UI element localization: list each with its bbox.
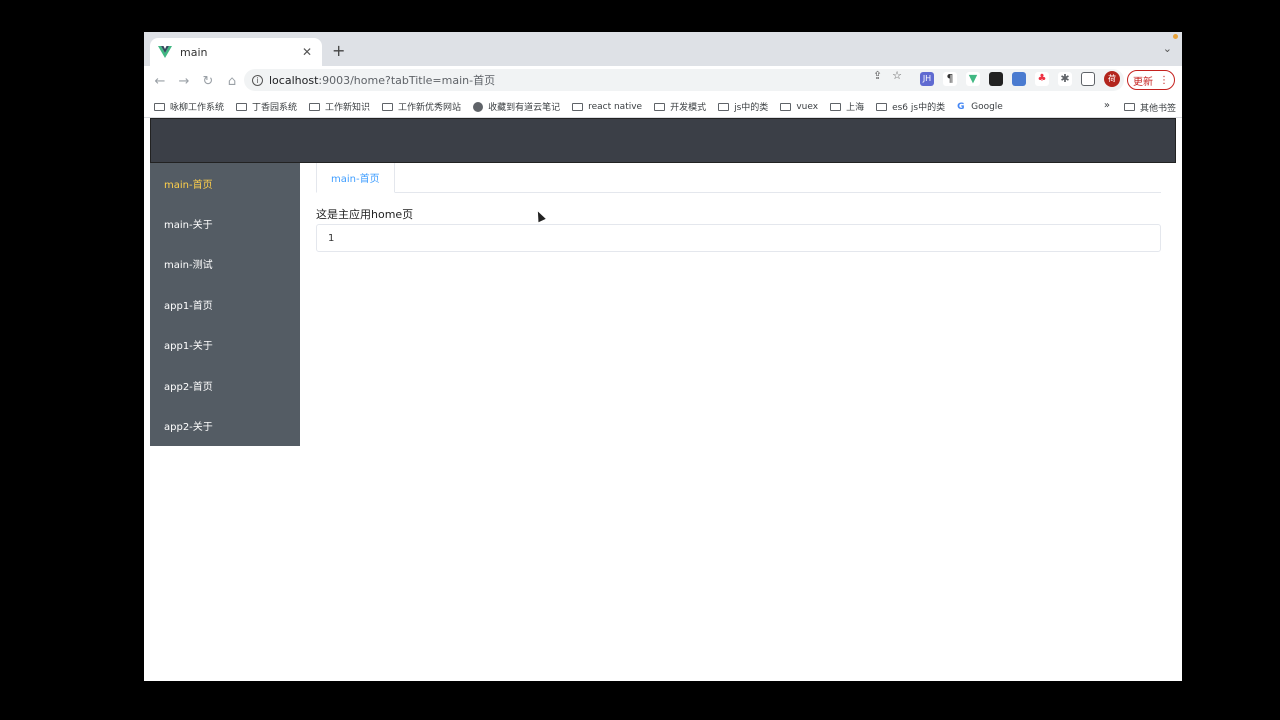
content-box: 1 (316, 224, 1161, 252)
bookmark-item[interactable]: 工作新知识 (309, 100, 370, 113)
bookmarks-overflow-button[interactable]: » (1104, 100, 1110, 111)
folder-icon (572, 102, 584, 111)
vue-devtools-icon[interactable]: ▼ (966, 72, 980, 86)
app-header (150, 118, 1176, 163)
bookmark-item[interactable]: js中的类 (718, 100, 768, 113)
bookmark-label: 丁香园系统 (252, 103, 298, 113)
tab-search-chevron-icon[interactable]: ⌄ (1163, 42, 1172, 55)
bookmark-label: Google (971, 101, 1003, 112)
bookmark-label: js中的类 (734, 103, 769, 113)
bookmark-label: 工作新知识 (325, 103, 371, 113)
page-viewport: main-首页 main-关于 main-测试 app1-首页 app1-关于 … (144, 118, 1182, 681)
forward-icon[interactable]: → (172, 74, 196, 89)
folder-icon (718, 102, 730, 111)
bookmark-item[interactable]: vuex (780, 102, 818, 112)
other-bookmarks-label: 其他书签 (1139, 103, 1176, 114)
folder-icon (154, 102, 165, 111)
browser-window: main ✕ + ⌄ ← → ↻ ⌂ i localhost:9003/home… (144, 32, 1182, 681)
back-icon[interactable]: ← (148, 74, 172, 89)
site-info-icon[interactable]: i (252, 74, 263, 86)
puzzle-extensions-icon[interactable]: ✱ (1058, 72, 1072, 86)
sidebar-item-app2-home[interactable]: app2-首页 (150, 365, 300, 405)
bookmark-label: 收藏到有道云笔记 (488, 103, 561, 113)
google-icon: G (957, 101, 965, 112)
more-menu-icon: ⋮ (1159, 74, 1169, 86)
bookmark-item[interactable]: es6 js中的类 (876, 100, 945, 113)
jh-extension-icon[interactable]: JH (920, 72, 934, 86)
bookmark-item[interactable]: 丁香园系统 (236, 100, 297, 113)
bookmarks-bar: 咏柳工作系统 丁香园系统 工作新知识 工作新优秀网站 收藏到有道云笔记 react nat… (144, 96, 1182, 118)
blue-extension-icon[interactable] (1012, 72, 1026, 86)
bookmark-label: 开发模式 (670, 103, 707, 113)
page-tabs: main-首页 (316, 163, 1161, 193)
bookmark-label: vuex (796, 101, 819, 112)
browser-toolbar: ← → ↻ ⌂ i localhost:9003/home?tabTitle=m… (144, 66, 1182, 96)
url-text: localhost:9003/home?tabTitle=main-首页 (269, 72, 495, 88)
extensions-row: JH ¶ ▼ ♣ ✱ 荷 (920, 71, 1120, 87)
bookmark-star-icon[interactable]: ☆ (892, 69, 902, 82)
sidebar-item-main-home[interactable]: main-首页 (150, 163, 300, 203)
sidebar-item-app2-about[interactable]: app2-关于 (150, 405, 300, 445)
bookmark-item[interactable]: react native (572, 102, 642, 112)
side-panel-icon[interactable] (1081, 72, 1095, 86)
update-button-label: 更新 (1133, 76, 1153, 88)
page-heading: 这是主应用home页 (316, 208, 414, 221)
tab-main-home[interactable]: main-首页 (316, 163, 395, 193)
folder-icon (654, 102, 666, 111)
url-path: :9003/home?tabTitle=main-首页 (318, 74, 496, 87)
profile-avatar[interactable]: 荷 (1104, 71, 1120, 87)
sidebar-menu: main-首页 main-关于 main-测试 app1-首页 app1-关于 … (150, 163, 300, 446)
vue-logo-icon (158, 46, 172, 58)
notification-dot-icon (1173, 34, 1178, 39)
sidebar-item-main-test[interactable]: main-测试 (150, 244, 300, 284)
folder-icon (309, 102, 321, 111)
browser-tab-title: main (180, 45, 208, 59)
folder-icon (236, 102, 248, 111)
tab-strip: main ✕ + ⌄ (144, 32, 1182, 66)
content-box-value: 1 (328, 232, 335, 244)
bookmark-item[interactable]: 收藏到有道云笔记 (473, 100, 560, 113)
dark-extension-icon[interactable] (989, 72, 1003, 86)
bookmark-item[interactable]: G Google (957, 102, 1003, 112)
omnibox-actions: ⇪ ☆ (873, 69, 902, 82)
bookmark-item[interactable]: 咏柳工作系统 (154, 100, 224, 113)
folder-icon (876, 102, 888, 111)
home-icon[interactable]: ⌂ (220, 74, 244, 89)
sidebar-item-main-about[interactable]: main-关于 (150, 203, 300, 243)
bookmark-label: 咏柳工作系统 (170, 103, 225, 113)
red-extension-icon[interactable]: ♣ (1035, 72, 1049, 86)
share-icon[interactable]: ⇪ (873, 69, 882, 82)
main-content: main-首页 这是主应用home页 1 (316, 163, 1161, 252)
browser-tab[interactable]: main ✕ (150, 38, 322, 66)
new-tab-icon[interactable]: + (332, 41, 345, 60)
bookmark-item[interactable]: 上海 (830, 100, 864, 113)
folder-icon (382, 102, 394, 111)
update-button[interactable]: 更新 ⋮ (1127, 70, 1175, 90)
bookmark-label: 上海 (846, 103, 865, 113)
folder-icon (780, 102, 792, 111)
folder-icon (1123, 103, 1135, 111)
bookmark-item[interactable]: 开发模式 (654, 100, 706, 113)
url-host: localhost (269, 74, 319, 87)
sidebar-item-app1-about[interactable]: app1-关于 (150, 325, 300, 365)
close-tab-icon[interactable]: ✕ (300, 45, 314, 59)
reload-icon[interactable]: ↻ (196, 74, 220, 89)
bookmark-label: react native (588, 101, 643, 112)
other-bookmarks[interactable]: 其他书签 (1123, 96, 1176, 118)
bookmark-item[interactable]: 工作新优秀网站 (382, 100, 461, 113)
bookmark-label: 工作新优秀网站 (398, 103, 462, 113)
pilcrow-extension-icon[interactable]: ¶ (943, 72, 957, 86)
folder-icon (830, 102, 842, 111)
bookmark-label: es6 js中的类 (892, 103, 946, 113)
sidebar-item-app1-home[interactable]: app1-首页 (150, 284, 300, 324)
globe-icon (473, 101, 484, 112)
